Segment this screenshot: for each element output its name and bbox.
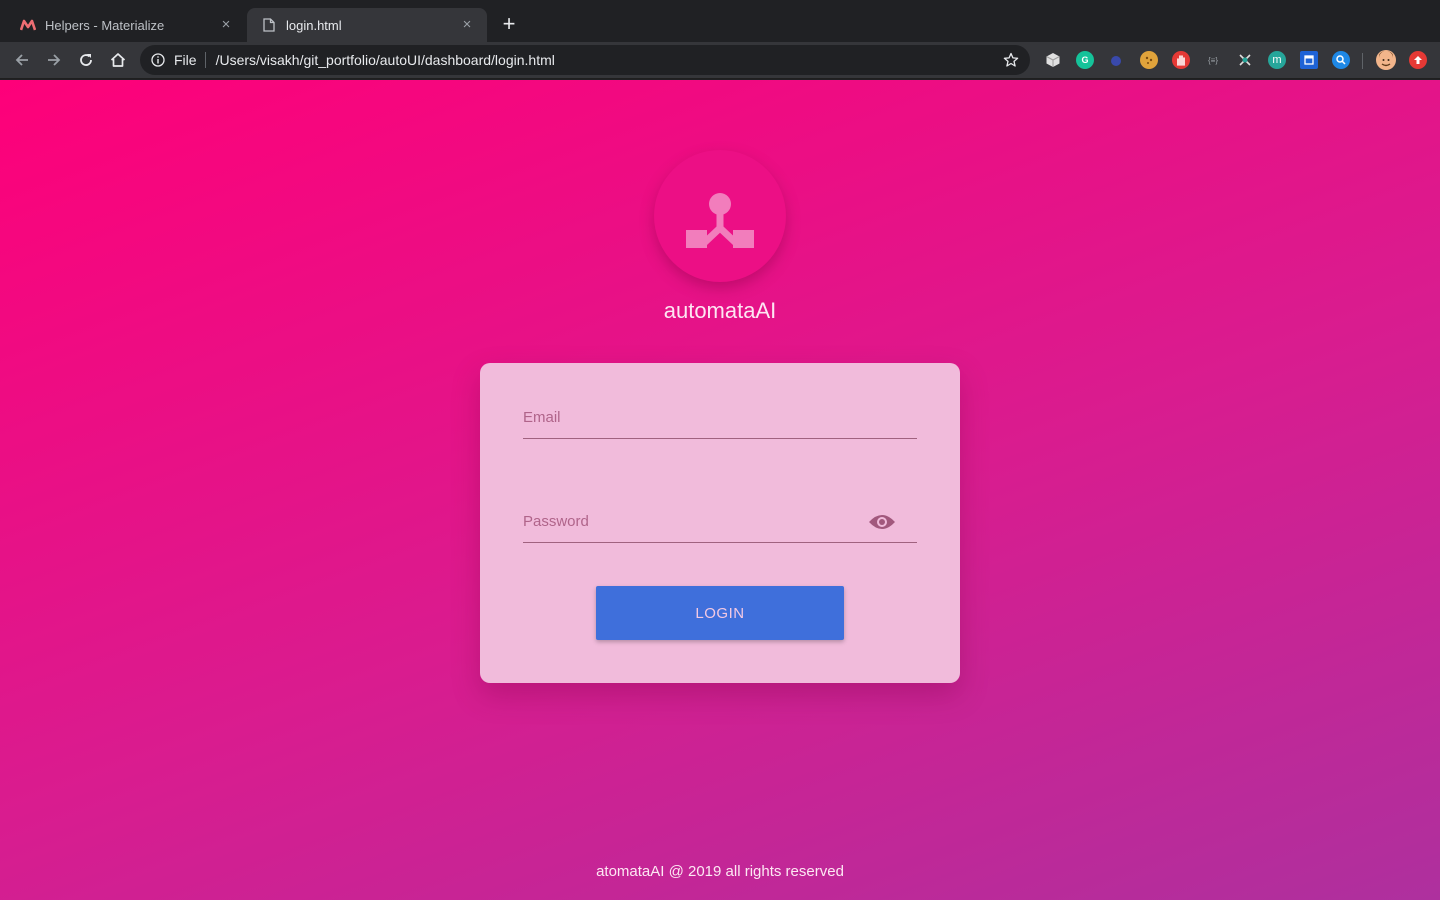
password-field-container — [523, 489, 917, 543]
address-bar[interactable]: File /Users/visakh/git_portfolio/autoUI/… — [140, 45, 1030, 75]
url-scheme: File — [174, 52, 197, 68]
reload-icon[interactable] — [76, 50, 96, 70]
search-extension-icon[interactable] — [1332, 51, 1350, 69]
hand-stop-extension-icon[interactable] — [1172, 51, 1190, 69]
profile-avatar-icon[interactable] — [1376, 50, 1396, 70]
tab-login-html[interactable]: login.html × — [247, 8, 487, 42]
automata-logo-icon — [686, 193, 754, 248]
tab-title: Helpers - Materialize — [45, 17, 165, 33]
tab-helpers-materialize[interactable]: Helpers - Materialize × — [0, 8, 246, 42]
json-extension-icon[interactable]: {≡} — [1204, 51, 1222, 69]
mercury-extension-icon[interactable]: m — [1268, 51, 1286, 69]
address-divider — [204, 52, 206, 68]
back-icon[interactable] — [12, 50, 32, 70]
info-icon[interactable] — [150, 52, 166, 68]
materialize-icon — [20, 17, 36, 33]
email-field-container — [523, 385, 917, 439]
login-page: automataAI LOGIN atomataAI @ 2019 all ri… — [0, 80, 1440, 900]
toolbar-divider — [1362, 53, 1363, 69]
window-extension-icon[interactable] — [1300, 51, 1318, 69]
footer-copyright: atomataAI @ 2019 all rights reserved — [596, 863, 844, 880]
update-extension-icon[interactable] — [1409, 51, 1427, 69]
logo — [654, 150, 786, 282]
close-tab-icon[interactable]: × — [459, 17, 475, 33]
browser-toolbar: File /Users/visakh/git_portfolio/autoUI/… — [0, 42, 1440, 79]
tab-title: login.html — [286, 17, 342, 33]
brand-name: automataAI — [663, 298, 777, 323]
forward-icon[interactable] — [44, 50, 64, 70]
tab-strip: Helpers - Materialize × login.html × + — [0, 0, 1440, 42]
email-input[interactable] — [523, 403, 863, 431]
file-icon — [261, 17, 277, 33]
new-tab-button[interactable]: + — [498, 13, 520, 35]
url-text[interactable]: /Users/visakh/git_portfolio/autoUI/dashb… — [216, 52, 1002, 68]
close-tab-icon[interactable]: × — [218, 17, 234, 33]
home-icon[interactable] — [108, 50, 128, 70]
grammarly-extension-icon[interactable]: G — [1076, 51, 1094, 69]
cube-extension-icon[interactable] — [1044, 51, 1062, 69]
password-input[interactable] — [523, 507, 863, 535]
cookie-extension-icon[interactable] — [1140, 51, 1158, 69]
eye-icon[interactable] — [867, 511, 897, 533]
login-button[interactable]: LOGIN — [596, 586, 844, 640]
dark-moon-extension-icon[interactable] — [1108, 51, 1126, 69]
bookmark-star-icon[interactable] — [1002, 51, 1020, 69]
login-card: LOGIN — [480, 363, 960, 683]
bug-extension-icon[interactable] — [1236, 51, 1254, 69]
